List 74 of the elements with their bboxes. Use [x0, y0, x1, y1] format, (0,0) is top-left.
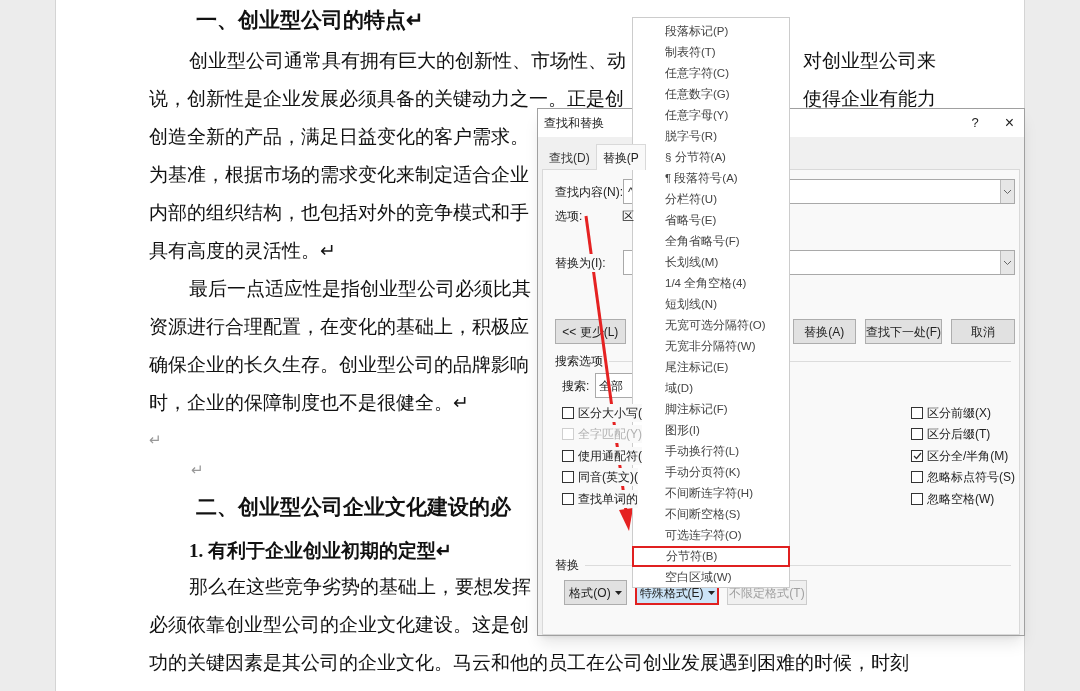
section-label: 替换 — [555, 557, 579, 574]
dialog-button[interactable]: 替换(A) — [792, 319, 856, 344]
text-line: 内部的组织结构，也包括对外的竞争模式和手 — [149, 200, 529, 225]
checkbox-label: 区分后缀(T) — [927, 425, 991, 444]
checkbox-label: 使用通配符( — [578, 446, 642, 465]
checkbox-label: 忽略标点符号(S) — [927, 468, 1015, 487]
subheading: 1. 有利于企业创业初期的定型↵ — [189, 538, 452, 563]
menu-item[interactable]: 尾注标记(E) — [633, 357, 789, 378]
paragraph-mark: ↵ — [191, 460, 204, 480]
section-label: 搜索选项 — [555, 353, 603, 370]
checkbox[interactable] — [911, 449, 923, 462]
dialog-button[interactable]: 取消 — [951, 319, 1015, 344]
text-line: 创业型公司通常具有拥有巨大的创新性、市场性、动 — [189, 48, 626, 73]
tab[interactable]: 替换(P — [595, 144, 646, 170]
window-title: 查找和替换 — [544, 115, 604, 132]
menu-item[interactable]: 分节符(B) — [632, 546, 790, 567]
text-line: 使得企业有能力 — [803, 86, 936, 111]
help-button[interactable]: ? — [971, 113, 979, 133]
text-line: 为基准，根据市场的需求变化来制定适合企业 — [149, 162, 529, 187]
field-label: 搜索: — [562, 377, 591, 395]
menu-item[interactable]: 长划线(M) — [633, 252, 789, 273]
text-line: 确保企业的长久生存。创业型公司的品牌影响 — [149, 352, 529, 377]
field-label: 替换为(I): — [555, 253, 606, 272]
options-text: 区 — [622, 208, 634, 225]
text-line: 具有高度的灵活性。↵ — [149, 238, 336, 263]
section-heading: 二、创业型公司企业文化建设的必 — [196, 494, 511, 522]
menu-item[interactable]: 短划线(N) — [633, 294, 789, 315]
text-line: 那么在这些竞争劣势的基础上，要想发挥 — [189, 574, 531, 599]
text-line: 时，企业的保障制度也不是很健全。↵ — [149, 390, 469, 415]
menu-item[interactable]: 域(D) — [633, 378, 789, 399]
checkbox-label: 全字匹配(Y) — [578, 425, 642, 444]
check-icon — [912, 451, 922, 460]
menu-item[interactable]: 全角省略号(F) — [633, 231, 789, 252]
checkbox-label: 查找单词的 — [578, 489, 638, 508]
checkbox[interactable] — [911, 492, 923, 505]
text-line: 资源进行合理配置，在变化的基础上，积极应 — [149, 314, 529, 339]
chevron-icon — [1003, 259, 1012, 266]
chevron-icon — [1003, 188, 1012, 195]
menu-item[interactable]: 无宽可选分隔符(O) — [633, 315, 789, 336]
section-heading: 一、创业型公司的特点↵ — [196, 7, 424, 35]
menu-item[interactable]: 任意数字(G) — [633, 84, 789, 105]
checkbox[interactable] — [911, 406, 923, 419]
dialog-button[interactable]: 查找下一处(F) — [864, 319, 943, 344]
menu-item[interactable]: 1/4 全角空格(4) — [633, 273, 789, 294]
tab[interactable]: 查找(D) — [543, 147, 596, 169]
format-button[interactable]: 格式(O) — [564, 580, 627, 605]
text-line: 最后一点适应性是指创业型公司必须比其 — [189, 276, 531, 301]
paragraph-mark: ↵ — [149, 430, 162, 450]
text-line: 说，创新性是企业发展必须具备的关键动力之一。正是创 — [149, 86, 624, 111]
menu-item[interactable]: 省略号(E) — [633, 210, 789, 231]
checkbox[interactable] — [562, 449, 574, 462]
checkbox[interactable] — [911, 471, 923, 484]
caret-icon — [707, 590, 715, 595]
field-label: 查找内容(N): — [555, 182, 623, 201]
checkbox[interactable] — [562, 492, 574, 505]
text-line: 必须依靠创业型公司的企业文化建设。这是创 — [149, 612, 529, 637]
menu-item[interactable]: 制表符(T) — [633, 42, 789, 63]
text-line: 创造全新的产品，满足日益变化的客户需求。 — [149, 124, 529, 149]
checkbox[interactable] — [911, 428, 923, 441]
menu-item[interactable]: 任意字母(Y) — [633, 105, 789, 126]
checkbox[interactable] — [562, 471, 574, 484]
checkbox[interactable] — [562, 406, 574, 419]
caret-icon — [614, 590, 622, 595]
checkbox-label: 区分大小写( — [578, 403, 642, 422]
field-label: 选项: — [555, 208, 584, 225]
menu-item[interactable]: 可选连字符(O) — [633, 525, 789, 546]
menu-item[interactable]: 段落标记(P) — [633, 21, 789, 42]
menu-item[interactable]: 脱字号(R) — [633, 126, 789, 147]
checkbox-label: 同音(英文)( — [578, 468, 638, 487]
menu-item[interactable]: 任意字符(C) — [633, 63, 789, 84]
close-button[interactable]: × — [1004, 111, 1014, 135]
text-line: 对创业型公司来 — [803, 48, 936, 73]
menu-item[interactable]: 无宽非分隔符(W) — [633, 336, 789, 357]
text-line: 功的关键因素是其公司的企业文化。马云和他的员工在公司创业发展遇到困难的时候，时刻 — [149, 650, 909, 675]
